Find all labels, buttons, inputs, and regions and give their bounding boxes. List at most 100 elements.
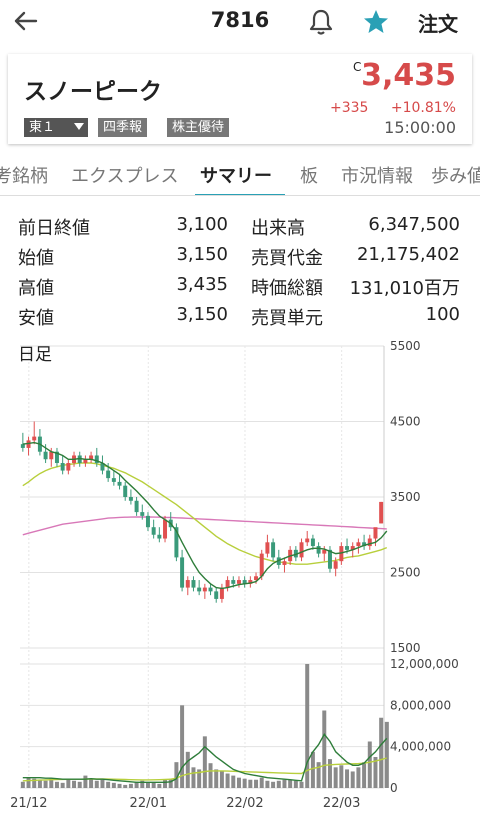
volume-bar [151, 782, 156, 788]
volume-bar [94, 780, 99, 788]
stat-label: 安値 [18, 308, 54, 329]
bell-icon[interactable] [308, 8, 334, 36]
volume-bar [310, 751, 315, 788]
order-button[interactable]: 注文 [418, 8, 458, 37]
active-tab-indicator [195, 194, 285, 195]
volume-bar [60, 782, 65, 788]
volume-bar [202, 736, 207, 788]
candle-body [282, 561, 287, 565]
candle-body [140, 512, 145, 516]
candle-body [367, 538, 372, 547]
candle-body [202, 587, 207, 592]
volume-bar [89, 778, 94, 788]
stat-label: 売買単元 [251, 308, 323, 329]
tab-time-and-sales[interactable]: 歩み値 [431, 162, 480, 188]
stat-value: 131,010百万 [349, 278, 460, 299]
candle-body [66, 463, 71, 471]
tab-reference-stocks[interactable]: 考銘柄 [0, 162, 48, 188]
volume-bar [327, 759, 332, 788]
chart-svg[interactable]: 5500 4500 3500 2500 1500 12,000,000 8,000,000 4… [0, 336, 480, 816]
candle-body [43, 451, 48, 460]
candle-body [117, 481, 122, 486]
volume-bar [72, 780, 77, 788]
candle-body [128, 497, 133, 501]
volume-bar [111, 782, 116, 788]
volume-bar [123, 784, 128, 788]
top-bar: 7816 注文 [0, 0, 480, 44]
back-arrow-icon[interactable] [10, 6, 40, 36]
candle-body [157, 534, 162, 539]
volume-bar [356, 767, 361, 788]
stats-row: 安値 3,150 売買単元 100 [18, 302, 464, 332]
volume-bar [185, 751, 190, 788]
volume-bar [117, 783, 122, 788]
volume-bar [225, 773, 230, 788]
market-label: 東１ [29, 120, 56, 135]
candle-body [20, 444, 25, 448]
volume-bar [54, 781, 59, 788]
ma-long-line [22, 516, 387, 536]
volume-bar [248, 779, 253, 788]
candle-body [145, 515, 150, 528]
volume-bar [236, 777, 241, 788]
volume-bar [271, 781, 276, 788]
volume-bar [384, 721, 389, 788]
volume-bar [43, 780, 48, 788]
market-dropdown[interactable]: 東１ [24, 118, 88, 137]
date-tick-label: 21/12 [10, 796, 47, 811]
volume-bar [163, 779, 168, 788]
candle-body [49, 451, 54, 460]
volume-tick-label: 8,000,000 [390, 698, 451, 712]
tab-summary[interactable]: サマリー [200, 162, 272, 188]
candle-body [208, 587, 213, 592]
shareholder-benefit-tag[interactable]: 株主優待 [167, 118, 230, 137]
stat-value: 3,150 [176, 304, 228, 325]
candle-body [163, 519, 168, 539]
candle-body [197, 587, 202, 592]
stat-value: 6,347,500 [368, 214, 460, 235]
current-price: 3,435 [361, 58, 456, 93]
volume-bar [128, 783, 133, 788]
stock-code-title: 7816 [210, 8, 270, 32]
stats-row: 始値 3,150 売買代金 21,175,402 [18, 242, 464, 272]
stat-label: 時価総額 [251, 278, 323, 299]
stat-label: 前日終値 [18, 218, 90, 239]
volume-bar [316, 762, 321, 788]
stat-value: 3,100 [176, 214, 228, 235]
candle-body [305, 538, 310, 543]
volume-tick-label: 12,000,000 [390, 657, 459, 671]
candle-body [191, 580, 196, 588]
tab-market-info[interactable]: 市況情報 [341, 162, 413, 188]
candle-body [345, 546, 350, 550]
candle-body [299, 542, 304, 558]
chevron-down-icon [74, 123, 84, 130]
stat-label: 高値 [18, 278, 54, 299]
price-tick-label: 2500 [390, 566, 421, 580]
volume-tick-label: 0 [390, 781, 398, 795]
volume-bar [276, 780, 281, 788]
candle-body [271, 542, 276, 558]
stock-quote-card: スノーピーク 東１ 四季報 株主優待 C 3,435 +335 +10.81% … [8, 54, 472, 144]
volume-bar [231, 775, 236, 788]
stat-label: 出来高 [251, 218, 305, 239]
volume-bar [168, 778, 173, 788]
volume-bar [145, 782, 150, 788]
candle-body [327, 549, 332, 569]
candle-body [322, 549, 327, 554]
tab-bar: 考銘柄 エクスプレス サマリー 板 市況情報 歩み値 [0, 152, 480, 196]
volume-bar [77, 781, 82, 788]
volume-bar [288, 779, 293, 788]
candle-body [123, 485, 128, 497]
quote-time: 15:00:00 [384, 118, 456, 137]
tab-express[interactable]: エクスプレス [71, 162, 178, 188]
stock-name: スノーピーク [24, 79, 162, 105]
chart-period-label: 日足 [18, 345, 52, 365]
candle-body [231, 580, 236, 584]
star-icon[interactable] [363, 9, 389, 35]
candle-body [151, 527, 156, 535]
quarterly-report-tag[interactable]: 四季報 [98, 118, 148, 137]
price-tick-label: 3500 [390, 490, 421, 504]
candle-body [333, 561, 338, 569]
daily-chart[interactable]: 日足 5500 4500 3500 2500 1500 12,000,000 8,000,0… [0, 336, 480, 816]
tab-order-book[interactable]: 板 [300, 162, 318, 188]
